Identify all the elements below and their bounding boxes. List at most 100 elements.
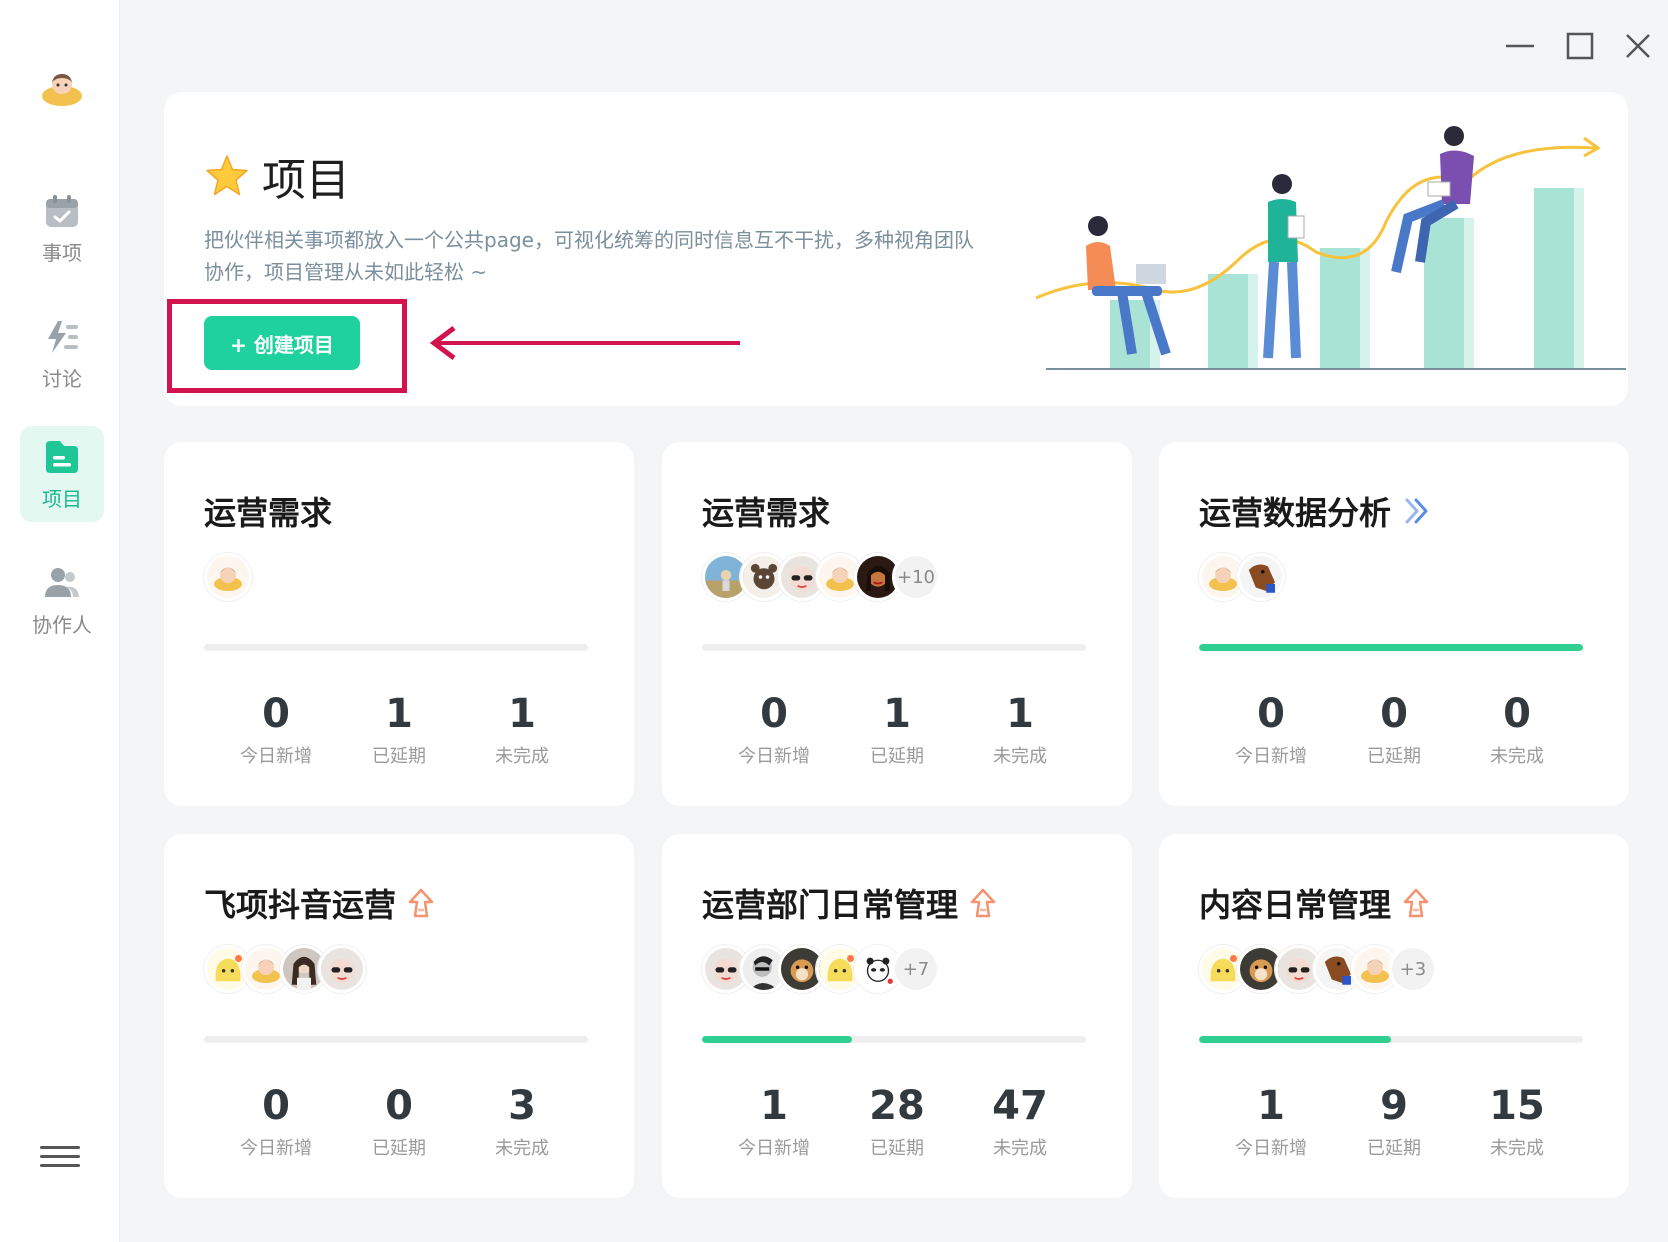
sidebar-item-projects[interactable]: 项目 [20,426,104,522]
stat-value: 28 [869,1083,925,1129]
share-up-icon[interactable] [968,886,998,920]
stat-value: 0 [262,1083,290,1129]
project-title: 运营需求 [204,488,332,534]
stat-label: 已延期 [1367,1138,1421,1159]
avatar-brown-dog [1237,553,1285,601]
stat-item[interactable]: 1 已延期 [349,692,449,768]
stat-label: 已延期 [870,1138,924,1159]
stat-item[interactable]: 0 今日新增 [724,692,824,768]
more-members-badge[interactable]: +3 [1389,945,1437,993]
stat-item[interactable]: 9 已延期 [1344,1084,1444,1160]
sidebar-item-discussions[interactable]: 讨论 [20,306,104,402]
sidebar-item-label: 事项 [42,240,82,265]
sync-down-icon[interactable] [1401,494,1431,528]
stat-value: 0 [385,1083,413,1129]
stat-value: 0 [760,691,788,737]
stat-item[interactable]: 1 今日新增 [724,1084,824,1160]
close-icon[interactable] [1620,28,1656,64]
stat-label: 已延期 [1367,746,1421,767]
stat-item[interactable]: 1 今日新增 [1221,1084,1321,1160]
avatar-sunglasses [318,945,366,993]
stat-label: 今日新增 [1235,1138,1307,1159]
project-title-text: 运营需求 [702,494,831,532]
stat-value: 1 [385,691,413,737]
stat-value: 15 [1489,1083,1545,1129]
project-title: 运营数据分析 [1199,488,1431,534]
cartoon-avatar-icon [42,74,82,106]
stat-item[interactable]: 0 今日新增 [1221,692,1321,768]
page-description: 把伙伴相关事项都放入一个公共page，可视化统筹的同时信息互不干扰，多种视角团队… [204,228,974,284]
progress-bar [1199,1036,1583,1043]
stat-label: 今日新增 [738,746,810,767]
sidebar-item-collaborators[interactable]: 协作人 [20,552,104,648]
share-up-icon[interactable] [1401,886,1431,920]
create-project-button[interactable]: + 创建项目 [204,316,360,370]
sidebar-item-label: 项目 [42,486,82,511]
stat-item[interactable]: 0 未完成 [1467,692,1567,768]
project-title: 飞项抖音运营 [204,880,436,926]
stat-label: 未完成 [993,1138,1047,1159]
share-up-icon[interactable] [406,886,436,920]
stat-item[interactable]: 47 未完成 [970,1084,1070,1160]
folder-icon [46,440,78,473]
stat-item[interactable]: 28 已延期 [847,1084,947,1160]
stat-item[interactable]: 0 今日新增 [226,692,326,768]
sidebar-item-events[interactable]: 事项 [20,180,104,276]
project-stats: 0 今日新增 0 已延期 0 未完成 [1159,692,1629,768]
hamburger-menu-icon[interactable] [40,1140,80,1172]
member-avatars[interactable]: +7 [702,944,940,994]
stat-item[interactable]: 0 今日新增 [226,1084,326,1160]
project-stats: 0 今日新增 0 已延期 3 未完成 [164,1084,634,1160]
stat-label: 今日新增 [738,1138,810,1159]
project-card[interactable]: 内容日常管理 +3 1 今日新增 9 已延期 15 未完成 [1159,834,1629,1198]
progress-fill [1199,1036,1391,1043]
project-stats: 1 今日新增 28 已延期 47 未完成 [662,1084,1132,1160]
project-card[interactable]: 运营数据分析 0 今日新增 0 已延期 0 未完成 [1159,442,1629,806]
stat-item[interactable]: 3 未完成 [472,1084,572,1160]
project-title: 运营部门日常管理 [702,880,998,926]
project-title: 运营需求 [702,488,830,534]
star-icon [206,155,248,196]
project-card[interactable]: 运营需求 0 今日新增 1 已延期 1 未完成 [164,442,634,806]
stat-label: 未完成 [495,746,549,767]
member-avatars[interactable] [204,552,252,602]
project-card[interactable]: 运营部门日常管理 +7 1 今日新增 28 已延期 47 未完成 [662,834,1132,1198]
sidebar-item-label: 协作人 [32,612,92,637]
page-title: 项目 [204,144,350,208]
sidebar-item-label: 讨论 [42,366,82,391]
project-card[interactable]: 运营需求 +10 0 今日新增 1 已延期 1 未完成 [662,442,1132,806]
stat-value: 1 [1257,1083,1285,1129]
stat-value: 1 [1006,691,1034,737]
more-members-badge[interactable]: +10 [892,553,940,601]
project-title-text: 飞项抖音运营 [204,886,397,924]
stat-label: 已延期 [870,746,924,767]
project-card[interactable]: 飞项抖音运营 0 今日新增 0 已延期 3 未完成 [164,834,634,1198]
stat-item[interactable]: 1 未完成 [472,692,572,768]
stat-item[interactable]: 15 未完成 [1467,1084,1567,1160]
member-avatars[interactable]: +10 [702,552,940,602]
minimize-icon[interactable] [1502,28,1538,64]
member-avatars[interactable]: +3 [1199,944,1437,994]
stat-item[interactable]: 0 已延期 [349,1084,449,1160]
stat-item[interactable]: 0 已延期 [1344,692,1444,768]
stat-value: 0 [1380,691,1408,737]
stat-value: 0 [262,691,290,737]
growth-chart-illustration [1036,126,1626,370]
lightning-list-icon [48,320,78,353]
stat-label: 已延期 [372,746,426,767]
stat-label: 今日新增 [240,746,312,767]
project-title-text: 内容日常管理 [1199,886,1392,924]
stat-item[interactable]: 1 未完成 [970,692,1070,768]
annotation-arrow-icon [429,326,740,360]
header-card: 项目 把伙伴相关事项都放入一个公共page，可视化统筹的同时信息互不干扰，多种视… [164,92,1628,406]
more-members-badge[interactable]: +7 [892,945,940,993]
maximize-icon[interactable] [1562,28,1598,64]
project-stats: 0 今日新增 1 已延期 1 未完成 [164,692,634,768]
member-avatars[interactable] [204,944,366,994]
people-icon [45,567,79,597]
stat-item[interactable]: 1 已延期 [847,692,947,768]
stat-label: 已延期 [372,1138,426,1159]
member-avatars[interactable] [1199,552,1285,602]
user-avatar[interactable] [40,68,84,108]
stat-label: 今日新增 [240,1138,312,1159]
